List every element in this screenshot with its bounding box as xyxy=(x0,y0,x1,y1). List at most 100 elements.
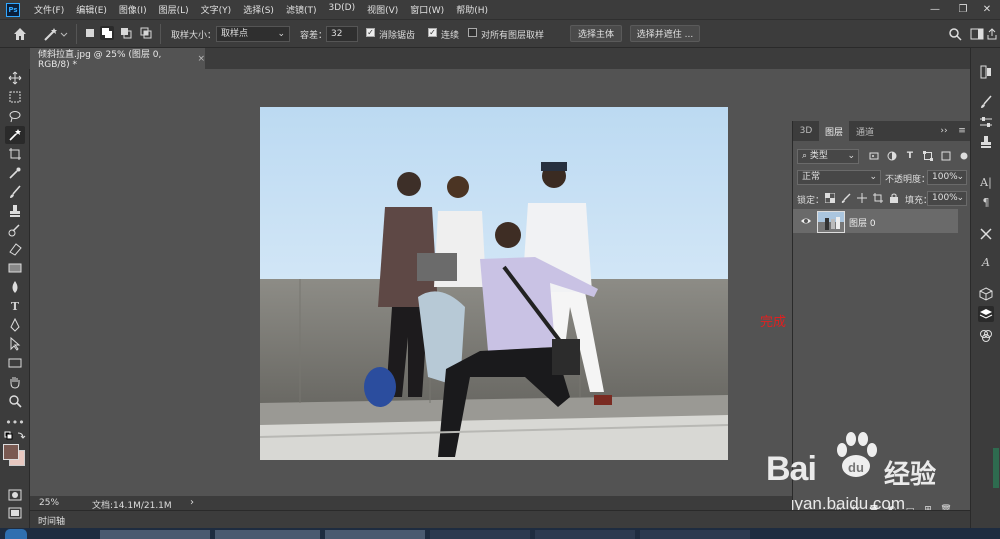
filter-pixel-icon[interactable] xyxy=(869,151,879,161)
menu-edit[interactable]: 编辑(E) xyxy=(76,3,107,16)
photoshop-logo-icon: Ps xyxy=(6,2,20,17)
select-and-mask-button[interactable]: 选择并遮住 ... xyxy=(630,25,700,42)
home-icon[interactable] xyxy=(12,26,28,42)
brush-tool-icon[interactable] xyxy=(5,183,25,201)
brush-panel-icon[interactable] xyxy=(978,94,994,110)
paragraph-panel-icon[interactable]: ¶ xyxy=(978,194,994,210)
menu-help[interactable]: 帮助(H) xyxy=(456,3,488,16)
main-menu: 文件(F) 编辑(E) 图像(I) 图层(L) 文字(Y) 选择(S) 滤镜(T… xyxy=(34,3,500,16)
filter-shape-icon[interactable] xyxy=(923,151,933,161)
adjustments-panel-icon[interactable] xyxy=(978,114,994,130)
all-layers-checkbox[interactable] xyxy=(468,28,477,37)
menu-type[interactable]: 文字(Y) xyxy=(201,3,232,16)
taskbar-item[interactable] xyxy=(430,530,530,539)
screen-mode-icon[interactable] xyxy=(8,507,22,519)
tab-3d[interactable]: 3D xyxy=(795,121,817,141)
visibility-eye-icon[interactable] xyxy=(800,215,812,227)
gradient-tool-icon[interactable] xyxy=(5,259,25,277)
taskbar-item[interactable] xyxy=(325,530,425,539)
workspace-icon[interactable] xyxy=(970,27,984,41)
taskbar-item[interactable] xyxy=(535,530,635,539)
document-tab[interactable]: 倾斜拉直.jpg @ 25% (图层 0, RGB/8) * × xyxy=(30,48,205,70)
crop-tool-icon[interactable] xyxy=(5,145,25,163)
close-window-button[interactable]: ✕ xyxy=(972,0,1000,19)
taskbar-item[interactable] xyxy=(640,530,750,539)
opacity-input[interactable]: 100% ⌄ xyxy=(927,170,967,185)
tab-channels[interactable]: 通道 xyxy=(851,121,879,141)
marquee-tool-icon[interactable] xyxy=(5,88,25,106)
filter-adjustment-icon[interactable] xyxy=(887,151,897,161)
antialias-checkbox[interactable]: ✓ xyxy=(366,28,375,37)
rectangle-tool-icon[interactable] xyxy=(5,354,25,372)
blur-tool-icon[interactable] xyxy=(5,278,25,296)
filter-type-icon[interactable]: T xyxy=(905,151,915,161)
hand-tool-icon[interactable] xyxy=(5,373,25,391)
subtract-selection-icon[interactable] xyxy=(120,27,132,39)
zoom-level[interactable]: 25% xyxy=(39,498,59,508)
layer-filter-select[interactable]: ⌕ 类型 ⌄ xyxy=(797,149,859,164)
fill-input[interactable]: 100% ⌄ xyxy=(927,191,967,206)
history-panel-icon[interactable] xyxy=(978,64,994,80)
pen-tool-icon[interactable] xyxy=(5,316,25,334)
menu-layer[interactable]: 图层(L) xyxy=(159,3,189,16)
intersect-selection-icon[interactable] xyxy=(140,27,152,39)
layers-panel-icon[interactable] xyxy=(978,306,994,322)
move-tool-icon[interactable] xyxy=(5,69,25,87)
3d-panel-icon[interactable] xyxy=(978,286,994,302)
quick-mask-icon[interactable] xyxy=(8,489,22,501)
menu-3d[interactable]: 3D(D) xyxy=(328,3,355,16)
lock-position-icon[interactable] xyxy=(857,193,867,203)
taskbar-item[interactable] xyxy=(100,530,210,539)
magic-wand-tool-icon[interactable] xyxy=(5,126,25,144)
timeline-label[interactable]: 时间轴 xyxy=(38,514,65,527)
foreground-color-swatch[interactable] xyxy=(3,444,19,460)
start-button[interactable] xyxy=(5,529,27,539)
glyphs-panel-icon[interactable]: A xyxy=(978,254,994,270)
type-tool-icon[interactable]: T xyxy=(5,297,25,315)
layer-row[interactable]: 图层 0 xyxy=(793,209,958,233)
tab-layers[interactable]: 图层 xyxy=(819,121,849,141)
menu-file[interactable]: 文件(F) xyxy=(34,3,64,16)
channels-panel-icon[interactable] xyxy=(978,328,994,344)
lock-transparent-icon[interactable] xyxy=(825,193,835,203)
close-tab-icon[interactable]: × xyxy=(197,54,205,64)
lock-artboard-icon[interactable] xyxy=(873,193,883,203)
tools-preset-icon[interactable] xyxy=(978,226,994,242)
character-panel-icon[interactable]: A| xyxy=(978,174,994,190)
search-icon[interactable] xyxy=(948,27,962,41)
history-brush-icon[interactable] xyxy=(5,221,25,239)
lock-pixels-icon[interactable] xyxy=(841,193,851,203)
menu-image[interactable]: 图像(I) xyxy=(119,3,147,16)
menu-select[interactable]: 选择(S) xyxy=(243,3,274,16)
tolerance-input[interactable]: 32 xyxy=(326,26,358,42)
lock-all-icon[interactable] xyxy=(889,193,899,203)
stamp-tool-icon[interactable] xyxy=(5,202,25,220)
path-selection-icon[interactable] xyxy=(5,335,25,353)
add-to-selection-icon[interactable] xyxy=(100,26,114,40)
zoom-tool-icon[interactable] xyxy=(5,392,25,410)
menu-view[interactable]: 视图(V) xyxy=(367,3,398,16)
canvas-image[interactable] xyxy=(260,107,728,460)
filter-smart-object-icon[interactable] xyxy=(941,151,951,161)
lasso-tool-icon[interactable] xyxy=(5,107,25,125)
status-menu-arrow-icon[interactable]: › xyxy=(190,497,194,508)
new-selection-icon[interactable] xyxy=(84,27,96,39)
all-layers-label: 对所有图层取样 xyxy=(481,31,545,41)
collapse-panel-icon[interactable]: ›› xyxy=(937,121,951,141)
share-icon[interactable] xyxy=(987,28,997,40)
magic-wand-preset-icon[interactable] xyxy=(42,26,68,42)
menu-window[interactable]: 窗口(W) xyxy=(410,3,444,16)
taskbar-item[interactable] xyxy=(215,530,320,539)
filter-toggle-icon[interactable] xyxy=(959,151,969,161)
panel-menu-icon[interactable]: ≡ xyxy=(955,121,969,141)
select-subject-button[interactable]: 选择主体 xyxy=(570,25,622,42)
contiguous-checkbox[interactable]: ✓ xyxy=(428,28,437,37)
blend-mode-select[interactable]: 正常 ⌄ xyxy=(797,170,881,185)
stamp-panel-icon[interactable] xyxy=(978,134,994,150)
sample-size-select[interactable]: 取样点 ⌄ xyxy=(216,26,290,42)
menu-filter[interactable]: 滤镜(T) xyxy=(286,3,317,16)
minimize-button[interactable]: — xyxy=(920,0,950,19)
document-tab-title: 倾斜拉直.jpg @ 25% (图层 0, RGB/8) * xyxy=(38,50,162,70)
eraser-tool-icon[interactable] xyxy=(5,240,25,258)
eyedropper-tool-icon[interactable] xyxy=(5,164,25,182)
